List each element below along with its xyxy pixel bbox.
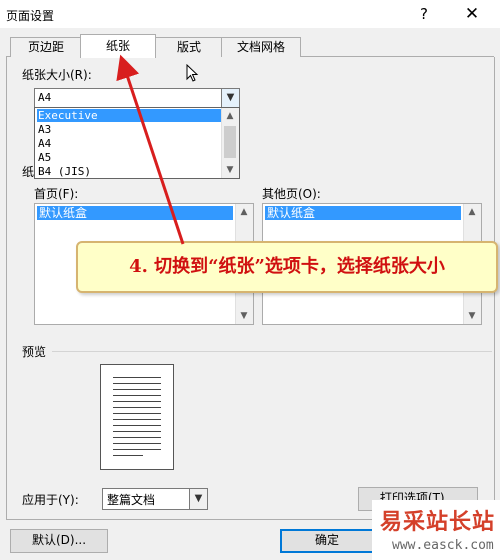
dropdown-scrollbar[interactable]: ▲ ▼ — [221, 108, 239, 178]
apply-to-combobox[interactable]: 整篇文档 ▼ — [102, 488, 208, 510]
preview-label: 预览 — [22, 345, 47, 359]
page-preview — [100, 364, 174, 470]
list-item[interactable]: 默认纸盒 — [265, 206, 461, 220]
dropdown-option-executive[interactable]: Executive — [37, 109, 221, 122]
tab-margins[interactable]: 页边距 — [10, 37, 82, 57]
dropdown-option-a3[interactable]: A3 — [37, 123, 221, 136]
scroll-up-icon[interactable]: ▲ — [222, 108, 238, 124]
default-button[interactable]: 默认(D)... — [10, 529, 108, 553]
list-item[interactable]: 默认纸盒 — [37, 206, 233, 220]
other-pages-label: 其他页(O): — [262, 187, 321, 201]
paper-size-combobox[interactable]: A4 ▼ — [34, 88, 240, 108]
ok-button[interactable]: 确定 — [280, 529, 374, 553]
watermark: 易采站长站 www.easck.com — [372, 500, 500, 560]
tab-paper[interactable]: 纸张 — [80, 34, 156, 58]
paper-size-value: A4 — [38, 91, 52, 104]
first-page-label: 首页(F): — [34, 187, 79, 201]
tab-layout[interactable]: 版式 — [155, 37, 223, 57]
watermark-brand: 易采站长站 — [380, 509, 496, 535]
help-button[interactable]: ? — [414, 4, 434, 24]
dropdown-option-a5[interactable]: A5 — [37, 151, 221, 164]
scroll-down-icon[interactable]: ▼ — [464, 308, 480, 324]
instruction-callout: 4. 切换到“纸张”选项卡，选择纸张大小 — [76, 241, 498, 293]
scroll-up-icon[interactable]: ▲ — [236, 204, 252, 220]
dropdown-option-b4-jis[interactable]: B4 (JIS) — [37, 165, 221, 178]
scroll-up-icon[interactable]: ▲ — [464, 204, 480, 220]
callout-text: 4. 切换到“纸张”选项卡，选择纸张大小 — [129, 256, 445, 277]
close-button[interactable]: ✕ — [462, 4, 482, 24]
dropdown-option-a4[interactable]: A4 — [37, 137, 221, 150]
paper-size-label: 纸张大小(R): — [22, 68, 92, 82]
paper-size-dropdown-list[interactable]: Executive A3 A4 A5 B4 (JIS) ▲ ▼ — [34, 107, 240, 179]
apply-to-value: 整篇文档 — [107, 493, 156, 507]
scroll-down-icon[interactable]: ▼ — [236, 308, 252, 324]
window-title: 页面设置 — [6, 9, 55, 23]
tab-document-grid[interactable]: 文档网格 — [221, 37, 301, 57]
chevron-down-icon[interactable]: ▼ — [189, 489, 207, 509]
scroll-down-icon[interactable]: ▼ — [222, 162, 238, 178]
scroll-thumb[interactable] — [224, 126, 236, 158]
mouse-cursor-icon — [186, 64, 199, 82]
chevron-down-icon[interactable]: ▼ — [221, 89, 239, 107]
apply-to-label: 应用于(Y): — [22, 493, 79, 507]
watermark-url: www.easck.com — [392, 538, 494, 553]
preview-divider — [52, 351, 492, 352]
